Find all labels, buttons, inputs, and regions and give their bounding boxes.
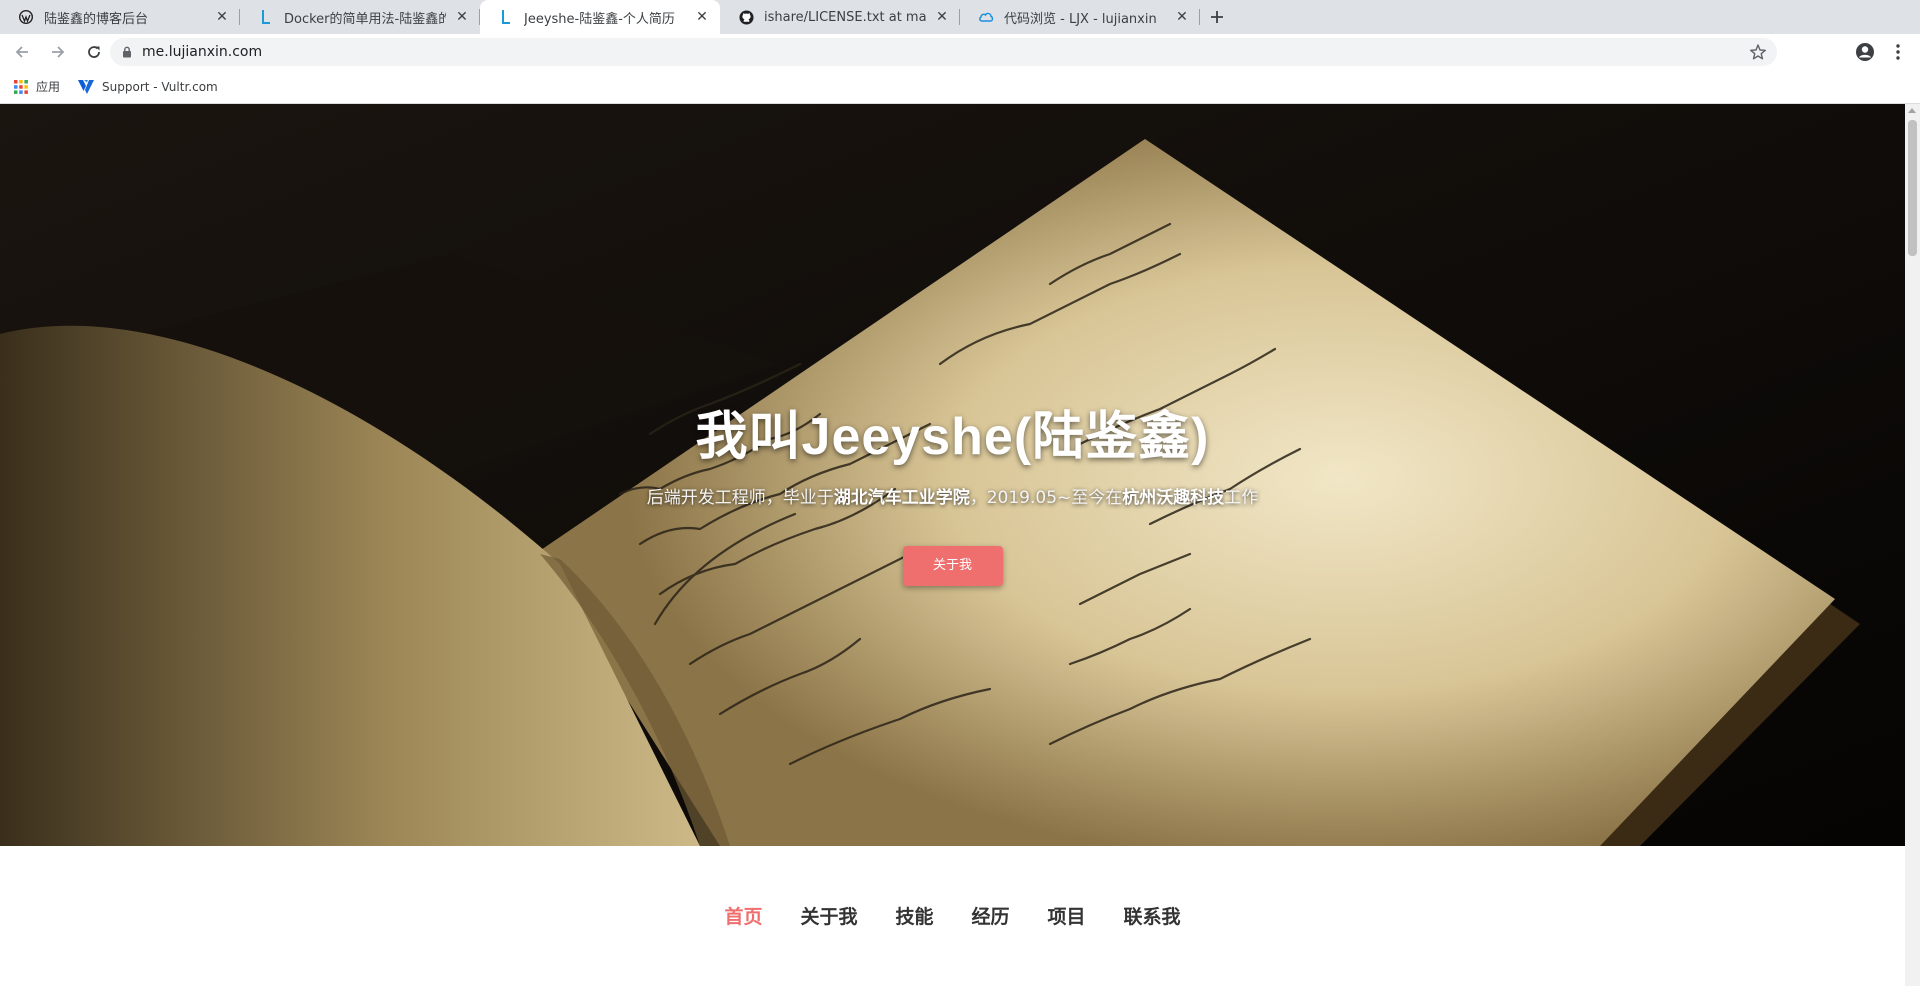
close-icon[interactable]: ✕: [454, 9, 470, 25]
more-vertical-icon: [1896, 44, 1900, 60]
tab-title: ishare/LICENSE.txt at master ·: [764, 9, 926, 25]
github-icon: [738, 9, 754, 25]
bookmark-label: Support - Vultr.com: [102, 79, 218, 94]
close-icon[interactable]: ✕: [214, 9, 230, 25]
tab-docker-post[interactable]: Docker的简单用法-陆鉴鑫的博客 ✕: [240, 0, 480, 34]
about-me-button[interactable]: 关于我: [902, 546, 1003, 586]
tab-strip: 陆鉴鑫的博客后台 ✕ Docker的简单用法-陆鉴鑫的博客 ✕ Jeeyshe-…: [0, 0, 1920, 34]
close-icon[interactable]: ✕: [934, 9, 950, 25]
reload-button[interactable]: [78, 36, 110, 68]
hero-title: 我叫Jeeyshe(陆鉴鑫): [695, 408, 1210, 466]
bookmarks-bar: 应用 Support - Vultr.com: [0, 70, 1920, 104]
tab-title: 陆鉴鑫的博客后台: [44, 11, 149, 27]
tab-title: 代码浏览 - LJX - lujianxin: [1004, 11, 1157, 27]
new-tab-button[interactable]: [1200, 0, 1234, 34]
nav-item-experience[interactable]: 经历: [972, 902, 1010, 929]
close-icon[interactable]: ✕: [694, 9, 710, 25]
main-nav: 首页 关于我 技能 经历 项目 联系我: [0, 902, 1905, 929]
school-link[interactable]: 湖北汽车工业学院: [834, 488, 970, 508]
nav-item-skills[interactable]: 技能: [895, 902, 933, 929]
arrow-left-icon: [15, 46, 28, 58]
scrollbar-thumb[interactable]: [1908, 120, 1917, 256]
hero-subtitle: 后端开发工程师，毕业于湖北汽车工业学院，2019.05~至今在杭州沃趣科技工作: [0, 483, 1905, 508]
tab-title: Docker的简单用法-陆鉴鑫的博客: [284, 11, 446, 27]
subtitle-suffix: 工作: [1224, 488, 1259, 508]
scroll-up-arrow-icon[interactable]: [1908, 108, 1916, 113]
bookmark-star-icon[interactable]: [1749, 43, 1767, 65]
cloud-icon: [978, 9, 994, 25]
subtitle-prefix: 后端开发工程师，毕业于: [646, 488, 834, 508]
arrow-right-icon: [52, 46, 65, 58]
hero-text-block: 我叫Jeeyshe(陆鉴鑫) 后端开发工程师，毕业于湖北汽车工业学院，2019.…: [0, 394, 1905, 586]
page-viewport: 我叫Jeeyshe(陆鉴鑫) 后端开发工程师，毕业于湖北汽车工业学院，2019.…: [0, 104, 1905, 986]
subtitle-mid: ，2019.05~至今在: [969, 488, 1123, 508]
lock-icon: [122, 46, 132, 58]
plus-icon: [1211, 11, 1223, 23]
reload-icon: [88, 46, 100, 58]
tab-blog-admin[interactable]: 陆鉴鑫的博客后台 ✕: [0, 0, 240, 34]
nav-item-about[interactable]: 关于我: [800, 902, 857, 929]
browser-toolbar: me.lujianxin.com: [0, 34, 1920, 70]
back-button[interactable]: [6, 36, 38, 68]
menu-button[interactable]: [1882, 36, 1914, 68]
forward-button[interactable]: [42, 36, 74, 68]
tab-code-browse[interactable]: 代码浏览 - LJX - lujianxin ✕: [960, 0, 1200, 34]
url-text: me.lujianxin.com: [142, 44, 263, 60]
blog-l-icon: [498, 9, 514, 25]
nav-item-home[interactable]: 首页: [724, 902, 762, 929]
nav-item-contact[interactable]: 联系我: [1124, 902, 1181, 929]
nav-item-projects[interactable]: 项目: [1048, 902, 1086, 929]
profile-button[interactable]: [1849, 36, 1881, 68]
tab-resume[interactable]: Jeeyshe-陆鉴鑫-个人简历 ✕: [480, 0, 720, 34]
page-scrollbar[interactable]: [1905, 104, 1920, 986]
bookmark-label: 应用: [36, 80, 61, 94]
tab-title: Jeeyshe-陆鉴鑫-个人简历: [524, 11, 675, 27]
close-icon[interactable]: ✕: [1174, 9, 1190, 25]
tab-github-license[interactable]: ishare/LICENSE.txt at master · ✕: [720, 0, 960, 34]
bookmark-apps[interactable]: 应用: [14, 78, 60, 95]
company-link[interactable]: 杭州沃趣科技: [1122, 488, 1224, 508]
account-circle-icon: [1856, 43, 1874, 61]
hero-banner: 我叫Jeeyshe(陆鉴鑫) 后端开发工程师，毕业于湖北汽车工业学院，2019.…: [0, 104, 1905, 846]
wordpress-icon: [18, 9, 34, 25]
vultr-icon: [78, 79, 95, 94]
address-bar[interactable]: me.lujianxin.com: [110, 38, 1777, 66]
apps-grid-icon: [14, 79, 28, 94]
blog-l-icon: [258, 9, 274, 25]
bookmark-vultr[interactable]: Support - Vultr.com: [78, 79, 218, 94]
